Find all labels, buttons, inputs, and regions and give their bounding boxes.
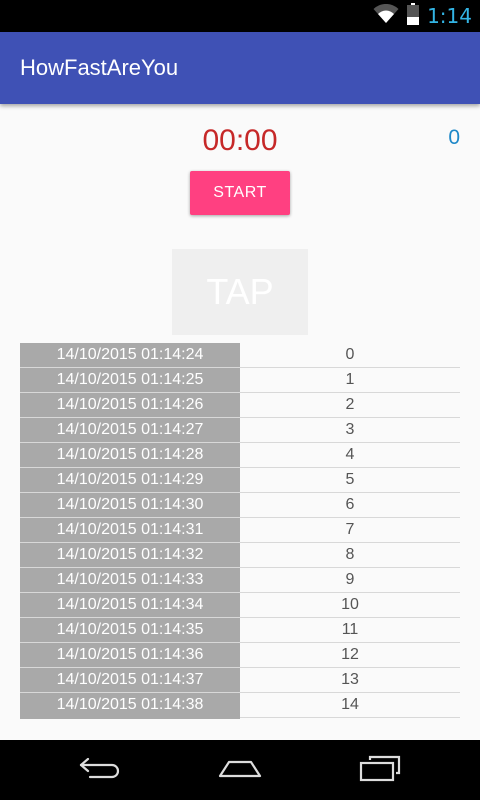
- list-item-time: 14/10/2015 01:14:33: [20, 568, 240, 592]
- list-item: 14/10/2015 01:14:25 1: [20, 368, 460, 393]
- list-item-index: 9: [345, 571, 355, 588]
- list-item-index: 14: [341, 696, 359, 713]
- list-item: 14/10/2015 01:14:30 6: [20, 493, 460, 518]
- tap-counter: 0: [448, 126, 460, 149]
- list-item-index: 8: [345, 546, 355, 563]
- tap-history-list[interactable]: 14/10/2015 01:14:24 0 14/10/2015 01:14:25…: [20, 343, 460, 719]
- app-title: HowFastAreYou: [20, 55, 179, 80]
- wifi-icon: [373, 3, 399, 29]
- list-item-time: 14/10/2015 01:14:25: [20, 368, 240, 392]
- status-icons: 1:14: [373, 0, 472, 32]
- list-item-time: 14/10/2015 01:14:29: [20, 468, 240, 492]
- app-bar: HowFastAreYou: [0, 32, 480, 104]
- recents-button[interactable]: [340, 750, 420, 790]
- list-item: 14/10/2015 01:14:36 12: [20, 643, 460, 668]
- back-icon: [78, 756, 122, 785]
- list-item-time: 14/10/2015 01:14:26: [20, 393, 240, 417]
- list-item: 14/10/2015 01:14:35 11: [20, 618, 460, 643]
- list-item: 14/10/2015 01:14:24 0: [20, 343, 460, 368]
- list-item-index: 6: [345, 496, 355, 513]
- timer-display: 00:00: [202, 124, 278, 157]
- list-item: 14/10/2015 01:14:33 9: [20, 568, 460, 593]
- start-button[interactable]: START: [190, 171, 290, 215]
- list-item-index: 2: [345, 396, 355, 413]
- list-item-index: 0: [345, 346, 355, 363]
- battery-icon: [407, 2, 420, 30]
- list-item-time: 14/10/2015 01:14:35: [20, 618, 240, 642]
- list-item: 14/10/2015 01:14:38 14: [20, 693, 460, 718]
- tap-button[interactable]: TAP: [172, 249, 308, 335]
- list-item-time: 14/10/2015 01:14:31: [20, 518, 240, 542]
- home-button[interactable]: [200, 750, 280, 790]
- list-item-index: 5: [345, 471, 355, 488]
- list-item-index: 1: [345, 371, 355, 388]
- list-item-time: 14/10/2015 01:14:34: [20, 593, 240, 617]
- list-item-time: 14/10/2015 01:14:30: [20, 493, 240, 517]
- home-icon: [216, 756, 264, 785]
- list-item: 14/10/2015 01:14:37 13: [20, 668, 460, 693]
- list-item-index: 12: [341, 646, 359, 663]
- list-item-time: 14/10/2015 01:14:27: [20, 418, 240, 442]
- list-item-index: 7: [345, 521, 355, 538]
- list-item-time: 14/10/2015 01:14:36: [20, 643, 240, 667]
- list-item-time: 14/10/2015 01:14:28: [20, 443, 240, 467]
- list-item: 14/10/2015 01:14:32 8: [20, 543, 460, 568]
- list-item: 14/10/2015 01:14:31 7: [20, 518, 460, 543]
- list-item: 14/10/2015 01:14:34 10: [20, 593, 460, 618]
- list-partial-row: [20, 716, 240, 719]
- status-time: 1:14: [427, 4, 472, 28]
- list-item-time: 14/10/2015 01:14:37: [20, 668, 240, 692]
- list-item-index: 11: [341, 621, 359, 638]
- list-item-time: 14/10/2015 01:14:38: [20, 693, 240, 717]
- list-item: 14/10/2015 01:14:29 5: [20, 468, 460, 493]
- list-item-time: 14/10/2015 01:14:24: [20, 343, 240, 367]
- list-item-index: 3: [345, 421, 355, 438]
- navigation-bar: [0, 740, 480, 800]
- list-item-index: 13: [341, 671, 359, 688]
- list-item-time: 14/10/2015 01:14:32: [20, 543, 240, 567]
- list-item-index: 10: [341, 596, 359, 613]
- list-item-index: 4: [345, 446, 355, 463]
- list-item: 14/10/2015 01:14:28 4: [20, 443, 460, 468]
- back-button[interactable]: [60, 750, 140, 790]
- list-item: 14/10/2015 01:14:26 2: [20, 393, 460, 418]
- list-item: 14/10/2015 01:14:27 3: [20, 418, 460, 443]
- status-bar: 1:14: [0, 0, 480, 32]
- recents-icon: [358, 754, 402, 787]
